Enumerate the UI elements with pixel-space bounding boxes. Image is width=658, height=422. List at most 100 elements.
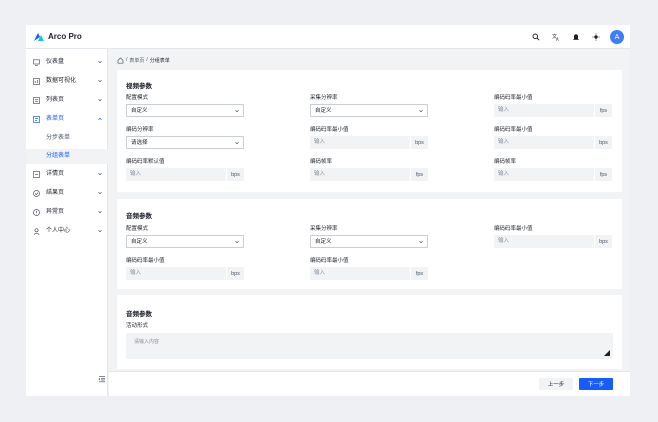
- bitrate-default-input[interactable]: 输入 bps: [126, 168, 244, 181]
- user-avatar[interactable]: A: [610, 30, 624, 44]
- description-card: 音频参数 活动形式 请输入内容: [117, 295, 622, 369]
- breadcrumb: / 表单页 / 分组表单: [117, 56, 170, 64]
- input-placeholder: 输入: [314, 139, 326, 145]
- field-label: 编码码率最小值: [310, 127, 349, 133]
- sidebar-item-detail[interactable]: 详情页: [26, 167, 108, 182]
- unit-suffix: bps: [226, 267, 244, 280]
- input-placeholder: 输入: [130, 270, 142, 276]
- home-icon[interactable]: [117, 57, 124, 64]
- resize-handle-icon[interactable]: [604, 350, 610, 356]
- sidebar-item-user-center[interactable]: 个人中心: [26, 224, 108, 239]
- sidebar-subitem-group-form[interactable]: 分组表单: [26, 149, 108, 164]
- prev-step-button[interactable]: 上一步: [539, 378, 573, 390]
- sidebar-item-label: 结果页: [46, 190, 65, 196]
- sidebar-item-dashboard[interactable]: 仪表盘: [26, 55, 108, 70]
- breadcrumb-item[interactable]: 表单页: [129, 57, 144, 64]
- sidebar-item-result[interactable]: 结果页: [26, 186, 108, 201]
- capture-resolution-select[interactable]: 自定义: [310, 235, 428, 248]
- select-value: 自定义: [315, 239, 332, 245]
- video-params-card: 视频参数 配置模式 自定义 采集分辨率 自定义 编码码率最小值 输入 fps 编…: [117, 70, 622, 192]
- field-label: 编码码率最小值: [126, 258, 165, 264]
- field-label: 活动形式: [126, 323, 149, 329]
- bitrate-min-input[interactable]: 输入 bps: [494, 136, 612, 149]
- breadcrumb-separator: /: [126, 57, 128, 63]
- chevron-down-icon: [98, 172, 102, 176]
- audio-params-card: 音频参数 配置模式 自定义 采集分辨率 自定义 编码码率最小值 输入 bps 编…: [117, 199, 622, 289]
- bitrate-min-input[interactable]: 输入 fps: [494, 104, 612, 117]
- exception-icon: [33, 209, 40, 216]
- input-placeholder: 输入: [314, 270, 326, 276]
- app-window: Arco Pro 文A A 仪表盘 数据可视化 列表页 表单页 分步表单 分组表…: [26, 25, 630, 396]
- field-label: 配置模式: [126, 95, 149, 101]
- sidebar-subitem-step-form[interactable]: 分步表单: [26, 131, 108, 146]
- config-mode-select[interactable]: 自定义: [126, 104, 244, 117]
- bitrate-min-input[interactable]: 输入 fps: [310, 267, 428, 280]
- framerate-input[interactable]: 输入 fps: [310, 168, 428, 181]
- sidebar-subitem-label: 分组表单: [46, 153, 71, 159]
- form-icon: [33, 116, 40, 123]
- arco-logo: [34, 33, 44, 41]
- unit-suffix: bps: [594, 235, 612, 248]
- top-navbar: Arco Pro 文A A: [26, 25, 630, 49]
- sidebar-item-label: 详情页: [46, 171, 65, 177]
- field-label: 编码码率最小值: [494, 95, 533, 101]
- sidebar-item-label: 数据可视化: [46, 78, 77, 84]
- sun-icon[interactable]: [590, 31, 602, 43]
- unit-suffix: bps: [594, 136, 612, 149]
- chevron-down-icon: [235, 240, 239, 244]
- unit-suffix: bps: [410, 136, 428, 149]
- chevron-down-icon: [98, 79, 102, 83]
- bitrate-min-input[interactable]: 输入 bps: [126, 267, 244, 280]
- list-icon: [33, 97, 40, 104]
- input-placeholder: 输入: [498, 139, 510, 145]
- encode-resolution-select[interactable]: 请选择: [126, 136, 244, 149]
- collapse-sidebar-icon[interactable]: [98, 375, 106, 383]
- framerate-input[interactable]: 输入 fps: [494, 168, 612, 181]
- field-label: 编码帧率: [310, 159, 333, 165]
- result-icon: [33, 190, 40, 197]
- capture-resolution-select[interactable]: 自定义: [310, 104, 428, 117]
- detail-icon: [33, 171, 40, 178]
- select-placeholder: 请选择: [131, 140, 148, 146]
- chevron-down-icon: [419, 109, 423, 113]
- chevron-down-icon: [98, 98, 102, 102]
- sidebar-item-form[interactable]: 表单页: [26, 112, 108, 127]
- input-placeholder: 输入: [314, 171, 326, 177]
- form-footer: 上一步 下一步: [109, 371, 630, 396]
- user-icon: [33, 228, 40, 235]
- sidebar-item-label: 个人中心: [46, 228, 71, 234]
- input-placeholder: 输入: [498, 171, 510, 177]
- bitrate-min-input[interactable]: 输入 bps: [494, 235, 612, 248]
- select-value: 自定义: [131, 108, 148, 114]
- bell-icon[interactable]: [570, 31, 582, 43]
- input-placeholder: 输入: [498, 238, 510, 244]
- field-label: 编码分辨率: [126, 127, 154, 133]
- unit-suffix: fps: [410, 267, 428, 280]
- audio-params-title: 音频参数: [126, 213, 152, 220]
- breadcrumb-separator: /: [146, 57, 148, 63]
- search-icon[interactable]: [530, 31, 542, 43]
- breadcrumb-item-current: 分组表单: [149, 57, 170, 64]
- chevron-down-icon: [98, 191, 102, 195]
- select-value: 自定义: [131, 239, 148, 245]
- config-mode-select[interactable]: 自定义: [126, 235, 244, 248]
- textarea-placeholder: 请输入内容: [134, 339, 160, 345]
- sidebar-item-visualization[interactable]: 数据可视化: [26, 74, 108, 89]
- sidebar-subitem-label: 分步表单: [46, 135, 71, 141]
- dashboard-icon: [33, 59, 40, 66]
- activity-textarea[interactable]: 请输入内容: [126, 333, 613, 359]
- sidebar-item-list[interactable]: 列表页: [26, 93, 108, 108]
- chart-icon: [33, 78, 40, 85]
- bitrate-min-input[interactable]: 输入 bps: [310, 136, 428, 149]
- sidebar-item-label: 异常页: [46, 209, 65, 215]
- unit-suffix: fps: [594, 104, 612, 117]
- input-placeholder: 输入: [130, 171, 142, 177]
- field-label: 编码码率默认值: [126, 159, 165, 165]
- unit-suffix: bps: [226, 168, 244, 181]
- next-step-button[interactable]: 下一步: [579, 378, 613, 390]
- chevron-up-icon: [98, 117, 102, 121]
- svg-text:A: A: [556, 37, 559, 41]
- description-title: 音频参数: [126, 311, 152, 318]
- sidebar-item-exception[interactable]: 异常页: [26, 205, 108, 220]
- translate-icon[interactable]: 文A: [550, 31, 562, 43]
